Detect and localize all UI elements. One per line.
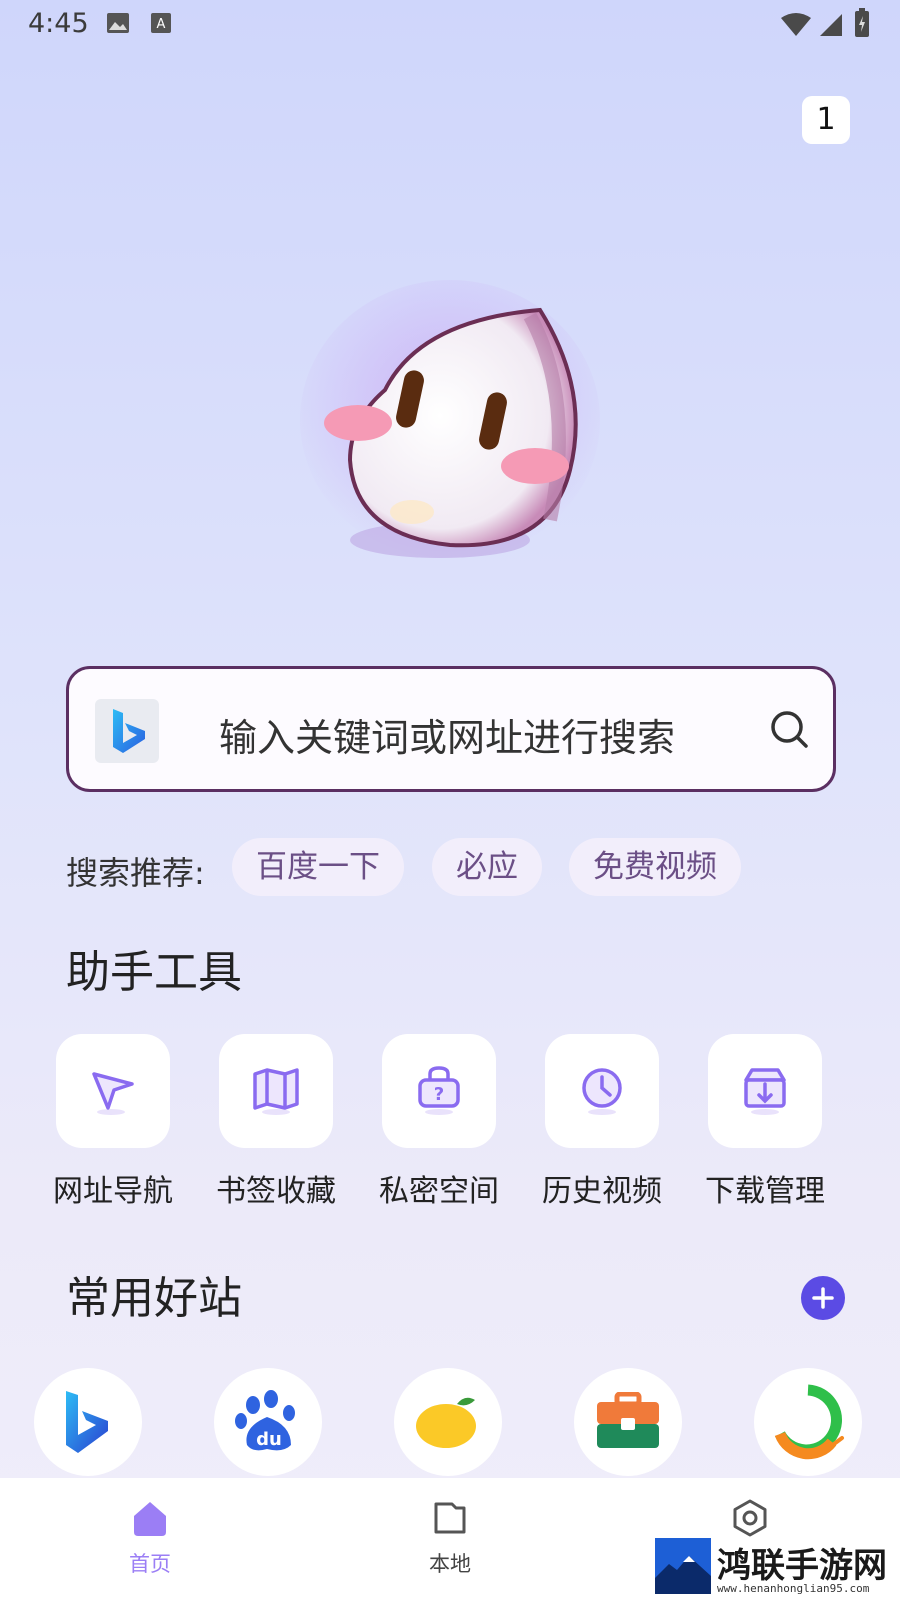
tool-download-manager[interactable]: 下载管理 [700, 1034, 830, 1210]
search-suggestions: 搜索推荐: 百度一下 必应 免费视频 [66, 838, 846, 896]
tool-private-space[interactable]: ? 私密空间 [374, 1034, 504, 1210]
svg-text:?: ? [434, 1084, 444, 1105]
site-mango[interactable] [394, 1368, 502, 1476]
nav-home[interactable]: 首页 [90, 1498, 210, 1578]
tool-bookmarks[interactable]: 书签收藏 [211, 1034, 341, 1210]
tool-icon-box [708, 1034, 822, 1148]
tool-icon-box [56, 1034, 170, 1148]
watermark-text: 鸿联手游网 [717, 1546, 887, 1586]
mango-icon [416, 1397, 476, 1448]
folder-icon [434, 1502, 466, 1534]
site-ring-app[interactable] [754, 1368, 862, 1476]
onion-mascot-icon [300, 280, 600, 560]
tool-label: 历史视频 [542, 1174, 662, 1209]
tool-label: 网址导航 [53, 1174, 173, 1209]
nav-settings[interactable] [690, 1498, 810, 1542]
signal-icon [820, 14, 842, 36]
sites-section-title: 常用好站 [66, 1273, 242, 1324]
tools-section-title: 助手工具 [66, 947, 242, 998]
svg-text:du: du [256, 1429, 282, 1450]
search-box[interactable]: 输入关键词或网址进行搜索 [66, 666, 836, 792]
text-icon: A [151, 13, 171, 33]
site-baidu[interactable]: du [214, 1368, 322, 1476]
lock-bag-icon: ? [418, 1066, 460, 1115]
image-icon [107, 13, 129, 33]
search-engine-selector[interactable] [95, 699, 159, 763]
site-bing[interactable] [34, 1368, 142, 1476]
download-box-icon [744, 1068, 786, 1115]
tab-counter-button[interactable]: 1 [802, 96, 850, 144]
navigation-arrow-icon [92, 1072, 134, 1115]
toolbox-icon [597, 1392, 659, 1448]
watermark-url: www.henanhonglian95.com [717, 1582, 870, 1595]
add-site-button[interactable] [801, 1276, 845, 1320]
watermark-logo-icon [655, 1538, 711, 1594]
search-input[interactable]: 输入关键词或网址进行搜索 [219, 707, 675, 762]
home-icon [134, 1502, 166, 1536]
wifi-icon [781, 13, 811, 36]
suggestion-chip[interactable]: 免费视频 [569, 838, 741, 896]
tool-url-navigation[interactable]: 网址导航 [48, 1034, 178, 1210]
search-icon[interactable] [769, 709, 809, 749]
nav-label: 本地 [429, 1552, 471, 1576]
site-toolbox[interactable] [574, 1368, 682, 1476]
suggestion-chip[interactable]: 必应 [432, 838, 542, 896]
tool-label: 书签收藏 [216, 1174, 336, 1209]
watermark: 鸿联手游网 www.henanhonglian95.com [655, 1538, 900, 1600]
tool-icon-box: ? [382, 1034, 496, 1148]
tool-icon-box [219, 1034, 333, 1148]
suggestion-chip[interactable]: 百度一下 [232, 838, 404, 896]
battery-icon [855, 8, 869, 37]
tool-label: 私密空间 [379, 1174, 499, 1209]
ring-app-icon [774, 1384, 844, 1460]
clock-icon [582, 1068, 622, 1115]
bing-logo-icon [113, 709, 145, 753]
bing-icon [66, 1391, 108, 1453]
map-bookmark-icon [253, 1068, 299, 1115]
status-time: 4:45 [28, 8, 89, 39]
tool-label: 下载管理 [705, 1174, 825, 1209]
baidu-icon: du [235, 1390, 295, 1451]
status-bar: 4:45 A [0, 0, 900, 48]
nav-local[interactable]: 本地 [390, 1498, 510, 1578]
tool-history-video[interactable]: 历史视频 [537, 1034, 667, 1210]
suggestions-label: 搜索推荐: [66, 854, 205, 892]
svg-text:A: A [157, 17, 166, 32]
settings-icon [733, 1499, 767, 1537]
nav-label: 首页 [129, 1552, 171, 1576]
tool-icon-box [545, 1034, 659, 1148]
plus-icon [812, 1287, 834, 1309]
